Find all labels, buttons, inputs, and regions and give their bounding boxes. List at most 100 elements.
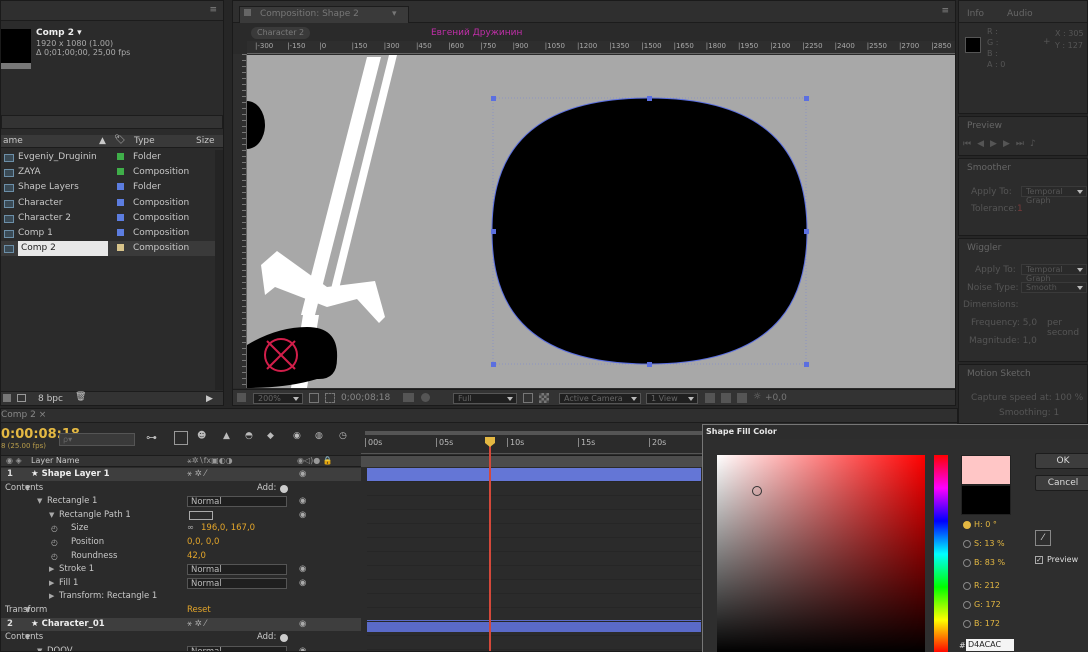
saturation-radio[interactable] xyxy=(963,540,971,548)
property-value[interactable]: 196,0, 167,0 xyxy=(201,522,255,535)
project-item[interactable]: Shape Layers Folder xyxy=(1,180,215,195)
roi-icon[interactable] xyxy=(523,393,533,403)
label-color-swatch[interactable] xyxy=(117,198,124,206)
blend-mode-select[interactable]: Normal xyxy=(187,577,287,589)
label-color-swatch[interactable] xyxy=(117,244,124,252)
timer-icon[interactable]: ◷ xyxy=(339,431,347,441)
panel-menu-icon[interactable]: ≡ xyxy=(941,6,949,16)
brightness-radio[interactable] xyxy=(963,559,971,567)
rounded-rectangle-shape[interactable] xyxy=(491,97,808,365)
layer-row[interactable]: 1 ★ Shape Layer 1 ⚹ ✲ ⁄ ◉ xyxy=(1,468,361,481)
layer-switches[interactable]: ⚹ ✲ ⁄ xyxy=(187,468,206,481)
play-icon[interactable]: ▶ xyxy=(990,139,1003,149)
smoother-apply-select[interactable]: Temporal Graph xyxy=(1021,186,1087,205)
views-select[interactable]: 1 View xyxy=(646,393,698,404)
preview-checkbox[interactable]: ✓ xyxy=(1035,556,1043,564)
label-column-icon[interactable]: ◉ ◈ xyxy=(6,456,22,465)
last-frame-icon[interactable]: ⏭ xyxy=(1016,139,1030,149)
bbox-handle-tm[interactable] xyxy=(647,96,652,101)
old-color-swatch[interactable] xyxy=(961,485,1011,515)
expand-triangle-icon[interactable]: ▶ xyxy=(49,577,54,590)
tab-audio[interactable]: Audio xyxy=(1007,9,1033,19)
path-direction-icon[interactable] xyxy=(189,510,213,520)
add-menu[interactable]: Add: xyxy=(257,482,276,495)
prev-frame-icon[interactable]: ◀ xyxy=(977,139,990,149)
resolution-select[interactable]: Full xyxy=(453,393,517,404)
label-color-swatch[interactable] xyxy=(117,183,124,191)
motion-sketch-tab[interactable]: Motion Sketch xyxy=(967,369,1031,379)
motion-sketch-capture[interactable]: Capture speed at: 100 % xyxy=(971,393,1083,403)
property-row[interactable]: ▶ Transform: Rectangle 1 xyxy=(1,590,361,603)
vertical-ruler[interactable] xyxy=(233,54,247,388)
frame-blend-icon[interactable]: ▲ xyxy=(223,431,230,441)
fast-preview-icon[interactable] xyxy=(721,393,731,403)
expand-triangle-icon[interactable]: ▼ xyxy=(49,509,54,522)
green-value[interactable]: G: 172 xyxy=(974,600,1001,609)
bbox-handle-br[interactable] xyxy=(804,362,809,367)
motion-blur-icon[interactable]: ◓ xyxy=(245,431,253,441)
visibility-eye-icon[interactable]: ◉ xyxy=(299,618,306,631)
timeline-icon[interactable] xyxy=(737,393,747,403)
stopwatch-icon[interactable]: ◴ xyxy=(51,522,58,535)
wiggler-magnitude[interactable]: Magnitude: 1,0 xyxy=(969,336,1037,346)
exposure-value[interactable]: +0,0 xyxy=(765,393,787,403)
property-row[interactable]: ▶ Fill 1 Normal ◉ xyxy=(1,577,361,590)
stopwatch-icon[interactable]: ◴ xyxy=(51,536,58,549)
wiggler-noise-select[interactable]: Smooth xyxy=(1021,282,1087,293)
fist-shape[interactable] xyxy=(247,327,338,388)
left-edge-shape[interactable] xyxy=(247,101,265,149)
property-row[interactable]: ◴ Position 0,0, 0,0 xyxy=(1,536,361,549)
stopwatch-icon[interactable]: ◴ xyxy=(51,550,58,563)
breadcrumb[interactable]: Character 2 xyxy=(251,27,311,39)
property-row[interactable]: ▶ Stroke 1 Normal ◉ xyxy=(1,563,361,576)
composition-canvas[interactable] xyxy=(247,55,955,388)
project-item[interactable]: Evgeniy_Druginin Folder xyxy=(1,150,215,165)
header-name[interactable]: ame xyxy=(3,136,23,146)
header-size[interactable]: Size xyxy=(196,136,214,146)
header-type[interactable]: Type xyxy=(134,136,155,146)
expand-triangle-icon[interactable]: ▼ xyxy=(37,645,42,651)
saturation-value[interactable]: S: 13 % xyxy=(974,539,1005,548)
comp-name[interactable]: Comp 2 ▾ xyxy=(36,28,82,38)
graph-editor-icon[interactable]: ◉ xyxy=(293,431,301,441)
property-row[interactable]: ▼ Contents Add: xyxy=(1,631,361,644)
wiggler-tab[interactable]: Wiggler xyxy=(967,243,1001,253)
hue-slider[interactable] xyxy=(934,455,948,652)
project-search-field[interactable] xyxy=(1,115,223,129)
property-row[interactable]: ◴ Size 196,0, 167,0 ∞ xyxy=(1,522,361,535)
show-snapshot-icon[interactable] xyxy=(421,393,430,402)
wiggler-frequency[interactable]: Frequency: 5,0 xyxy=(971,318,1037,328)
color-field[interactable] xyxy=(717,455,925,652)
property-row[interactable]: ▼ Transform Reset xyxy=(1,604,361,617)
property-row[interactable]: ▼ DOOV Normal ◉ xyxy=(1,645,361,651)
panel-menu-icon[interactable]: ≡ xyxy=(209,5,217,15)
new-folder-icon[interactable] xyxy=(17,394,26,402)
layer-switches[interactable]: ⚹ ✲ ⁄ xyxy=(187,618,206,631)
add-menu[interactable]: Add: xyxy=(257,631,276,644)
visibility-eye-icon[interactable]: ◉ xyxy=(299,509,306,522)
green-radio[interactable] xyxy=(963,601,971,609)
blend-mode-select[interactable]: Normal xyxy=(187,564,287,576)
project-item[interactable]: Comp 2 Composition xyxy=(1,241,215,257)
property-row[interactable]: ▼ Rectangle 1 Normal ◉ xyxy=(1,495,361,508)
bbox-handle-tl[interactable] xyxy=(491,96,496,101)
visibility-eye-icon[interactable]: ◉ xyxy=(299,645,306,651)
bbox-handle-bl[interactable] xyxy=(491,362,496,367)
smoother-tab[interactable]: Smoother xyxy=(967,163,1011,173)
property-row[interactable]: ▼ Contents Add: xyxy=(1,482,361,495)
visibility-eye-icon[interactable]: ◉ xyxy=(299,577,306,590)
bbox-handle-tr[interactable] xyxy=(804,96,809,101)
zoom-select[interactable]: 200% xyxy=(253,393,303,404)
bbox-handle-bm[interactable] xyxy=(647,362,652,367)
camera-select[interactable]: Active Camera xyxy=(559,393,641,404)
layer-name-header[interactable]: Layer Name xyxy=(31,456,79,465)
blue-radio[interactable] xyxy=(963,620,971,628)
scroll-left-icon[interactable]: ▶ xyxy=(206,394,213,404)
transparency-grid-icon[interactable] xyxy=(539,393,549,403)
first-frame-icon[interactable]: ⏮ xyxy=(963,139,977,149)
composition-tab[interactable]: Composition: Shape 2 ▾ xyxy=(239,6,409,23)
tab-close-icon[interactable]: ▾ xyxy=(392,9,397,19)
bbox-handle-mr[interactable] xyxy=(804,229,809,234)
property-row[interactable]: ◴ Roundness 42,0 xyxy=(1,550,361,563)
visibility-eye-icon[interactable]: ◉ xyxy=(299,468,306,481)
